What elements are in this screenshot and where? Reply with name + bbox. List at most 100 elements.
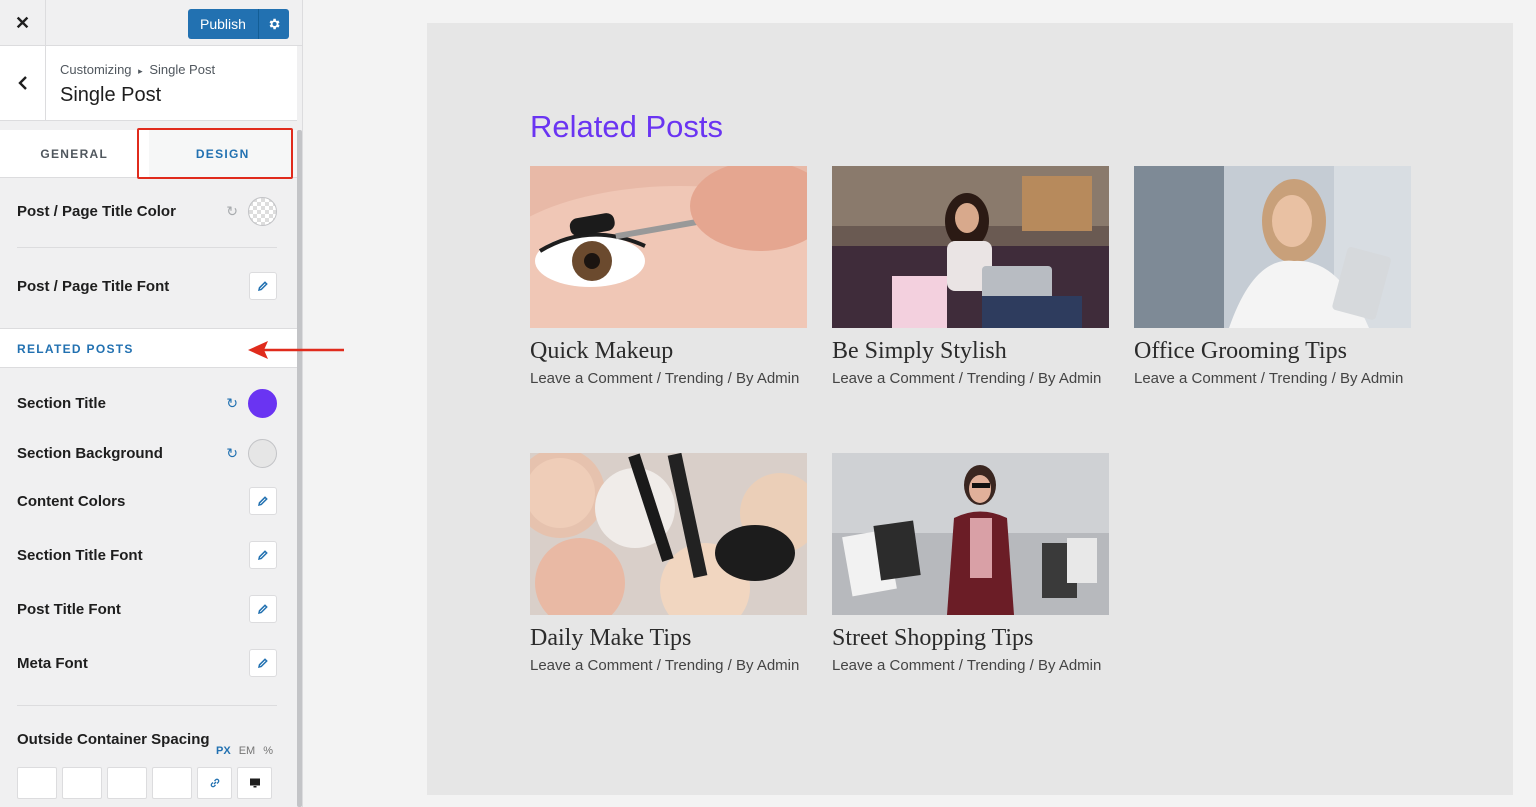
category-link[interactable]: Trending	[1269, 370, 1328, 387]
title-font-edit-button[interactable]	[249, 272, 277, 300]
spacing-bottom-input[interactable]	[107, 767, 147, 799]
author-link[interactable]: Admin	[757, 657, 800, 674]
divider	[17, 247, 277, 248]
spacing-top-input[interactable]	[17, 767, 57, 799]
section-title-color-swatch[interactable]	[248, 389, 277, 418]
comment-link[interactable]: Leave a Comment	[832, 370, 955, 387]
post-title[interactable]: Quick Makeup	[530, 338, 807, 365]
post-title-font-row: Post Title Font	[17, 595, 277, 623]
post-card: Street Shopping Tips Leave a Comment / T…	[832, 453, 1109, 676]
post-thumbnail-image[interactable]	[530, 453, 807, 615]
breadcrumb: Customizing ▸ Single Post	[60, 62, 215, 77]
link-values-button[interactable]	[197, 767, 232, 799]
section-background-swatch[interactable]	[248, 439, 277, 468]
post-thumbnail-image[interactable]	[1134, 166, 1411, 328]
category-link[interactable]: Trending	[665, 370, 724, 387]
comment-link[interactable]: Leave a Comment	[1134, 370, 1257, 387]
comment-link[interactable]: Leave a Comment	[530, 657, 653, 674]
meta-font-edit-button[interactable]	[249, 649, 277, 677]
unit-em[interactable]: EM	[239, 745, 256, 757]
post-card: Be Simply Stylish Leave a Comment / Tren…	[832, 166, 1109, 389]
title-color-label: Post / Page Title Color	[17, 203, 176, 220]
publish-settings-button[interactable]	[258, 9, 289, 39]
category-link[interactable]: Trending	[967, 657, 1026, 674]
meta-separator: / By	[1327, 370, 1361, 387]
post-meta: Leave a Comment / Trending / By Admin	[530, 656, 807, 676]
post-card: Quick Makeup Leave a Comment / Trending …	[530, 166, 807, 389]
post-title[interactable]: Office Grooming Tips	[1134, 338, 1411, 365]
unit-percent[interactable]: %	[263, 745, 273, 757]
category-link[interactable]: Trending	[967, 370, 1026, 387]
section-background-label: Section Background	[17, 445, 163, 462]
meta-separator: /	[954, 657, 967, 674]
reset-icon[interactable]: ↻	[226, 445, 238, 462]
author-link[interactable]: Admin	[1361, 370, 1404, 387]
meta-separator: /	[954, 370, 967, 387]
content-colors-row: Content Colors	[17, 487, 277, 515]
pencil-icon	[258, 658, 268, 668]
reset-icon[interactable]: ↻	[226, 203, 238, 220]
close-icon: ✕	[14, 12, 31, 33]
post-thumbnail-image[interactable]	[832, 166, 1109, 328]
author-link[interactable]: Admin	[1059, 370, 1102, 387]
breadcrumb-current: Single Post	[149, 62, 216, 77]
category-link[interactable]: Trending	[665, 657, 724, 674]
content-colors-edit-button[interactable]	[249, 487, 277, 515]
comment-link[interactable]: Leave a Comment	[832, 657, 955, 674]
post-title[interactable]: Street Shopping Tips	[832, 625, 1109, 652]
title-font-label: Post / Page Title Font	[17, 277, 170, 295]
author-link[interactable]: Admin	[1059, 657, 1102, 674]
pencil-icon	[258, 550, 268, 560]
meta-separator: /	[1256, 370, 1269, 387]
meta-separator: / By	[723, 370, 757, 387]
unit-px[interactable]: PX	[216, 745, 231, 757]
breadcrumb-root: Customizing	[60, 62, 132, 77]
chevron-left-icon	[17, 76, 27, 90]
tab-general[interactable]: GENERAL	[0, 130, 149, 177]
publish-group: Publish	[188, 9, 289, 39]
title-color-row: Post / Page Title Color ↻	[17, 197, 277, 226]
author-link[interactable]: Admin	[757, 370, 800, 387]
spacing-right-input[interactable]	[62, 767, 102, 799]
settings-tabs: GENERAL DESIGN	[0, 130, 297, 178]
meta-font-label: Meta Font	[17, 654, 88, 672]
post-title-font-label: Post Title Font	[17, 600, 121, 618]
reset-icon[interactable]: ↻	[226, 395, 238, 412]
title-font-row: Post / Page Title Font	[17, 272, 277, 300]
section-title-font-label: Section Title Font	[17, 546, 143, 564]
outside-spacing-label: Outside Container Spacing	[17, 731, 210, 748]
sidebar-scrollbar[interactable]	[297, 130, 302, 807]
back-button[interactable]	[0, 46, 46, 120]
post-thumbnail-image[interactable]	[530, 166, 807, 328]
title-color-swatch[interactable]	[248, 197, 277, 226]
post-title[interactable]: Be Simply Stylish	[832, 338, 1109, 365]
meta-separator: / By	[723, 657, 757, 674]
section-title-font-row: Section Title Font	[17, 541, 277, 569]
publish-button[interactable]: Publish	[188, 9, 259, 39]
spacing-inputs	[17, 767, 272, 799]
customizer-sidebar: ✕ Publish Customizing ▸ Single Post Sing…	[0, 0, 303, 807]
content-colors-label: Content Colors	[17, 492, 126, 510]
tab-design[interactable]: DESIGN	[148, 130, 297, 177]
section-title: Single Post	[60, 84, 162, 106]
device-toggle-button[interactable]	[237, 767, 272, 799]
post-title[interactable]: Daily Make Tips	[530, 625, 807, 652]
meta-font-row: Meta Font	[17, 649, 277, 677]
post-meta: Leave a Comment / Trending / By Admin	[832, 369, 1109, 389]
preview-section: Related Posts Quick Makeup Leave a Comme…	[427, 23, 1513, 795]
post-title-font-edit-button[interactable]	[249, 595, 277, 623]
annotation-arrow-icon	[248, 341, 344, 359]
post-thumbnail-image[interactable]	[832, 453, 1109, 615]
title-color-controls: ↻	[226, 197, 277, 226]
customizer-topbar: ✕ Publish	[0, 0, 302, 46]
close-customizer-button[interactable]: ✕	[0, 0, 46, 46]
post-meta: Leave a Comment / Trending / By Admin	[1134, 369, 1411, 389]
comment-link[interactable]: Leave a Comment	[530, 370, 653, 387]
section-title-font-edit-button[interactable]	[249, 541, 277, 569]
related-posts-label: RELATED POSTS	[17, 342, 134, 356]
spacing-left-input[interactable]	[152, 767, 192, 799]
section-background-controls: ↻	[226, 439, 277, 468]
section-title-color-label: Section Title	[17, 395, 106, 412]
meta-separator: /	[652, 370, 665, 387]
related-posts-title: Related Posts	[530, 109, 723, 144]
